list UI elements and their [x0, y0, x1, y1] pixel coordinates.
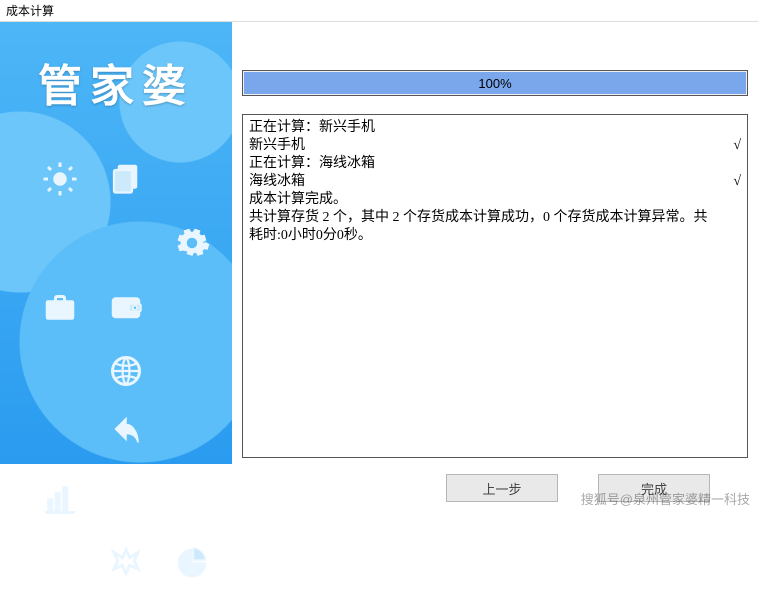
- briefcase-icon: [42, 289, 78, 330]
- log-line: 海线冰箱√: [249, 173, 741, 191]
- log-line: 正在计算：海线冰箱: [249, 155, 741, 173]
- log-output[interactable]: 正在计算：新兴手机新兴手机√正在计算：海线冰箱海线冰箱√成本计算完成。共计算存货…: [242, 114, 748, 458]
- sidebar-icon-grid: [34, 152, 214, 594]
- star-icon: [108, 545, 144, 586]
- undo-icon: [108, 417, 144, 458]
- brand-logo-text: 管家婆: [0, 50, 232, 114]
- pie-chart-icon: [174, 545, 210, 586]
- log-line: 新兴手机√: [249, 137, 741, 155]
- gear-icon: [174, 225, 210, 266]
- prev-button[interactable]: 上一步: [446, 474, 558, 502]
- sun-icon: [42, 161, 78, 202]
- globe-icon: [108, 353, 144, 394]
- window-title: 成本计算: [0, 0, 758, 22]
- button-row: 上一步 完成: [0, 464, 758, 512]
- finish-button[interactable]: 完成: [598, 474, 710, 502]
- log-line: 成本计算完成。: [249, 191, 741, 209]
- sidebar: 管家婆: [0, 22, 232, 464]
- log-line: 正在计算：新兴手机: [249, 119, 741, 137]
- log-line: 共计算存货 2 个，其中 2 个存货成本计算成功，0 个存货成本计算异常。共耗时…: [249, 209, 741, 245]
- main-panel: 100% 正在计算：新兴手机新兴手机√正在计算：海线冰箱海线冰箱√成本计算完成。…: [232, 22, 758, 464]
- progress-label: 100%: [243, 71, 747, 95]
- progress-bar: 100%: [242, 70, 748, 96]
- wallet-icon: [108, 289, 144, 330]
- documents-icon: [108, 161, 144, 202]
